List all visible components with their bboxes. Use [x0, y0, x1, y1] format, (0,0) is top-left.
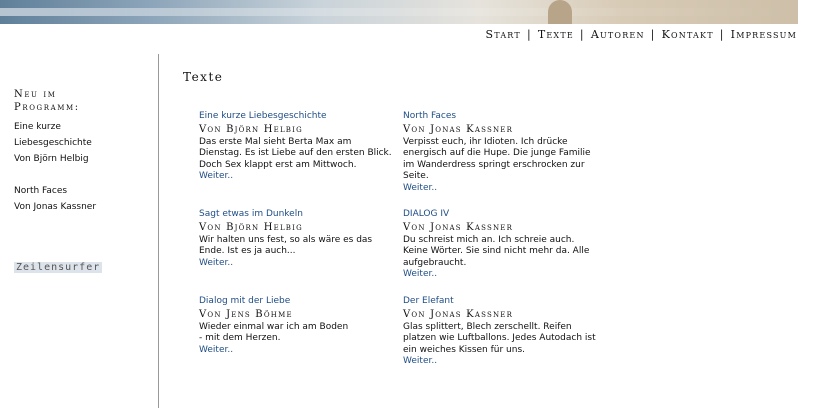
entry-more-link[interactable]: Weiter..: [199, 345, 394, 357]
sidebar-heading-line: Neu im: [14, 89, 57, 100]
page-title: Texte: [183, 70, 224, 84]
sidebar-divider: [158, 54, 159, 408]
nav-separator: |: [579, 27, 585, 41]
entry-title-link[interactable]: North Faces: [403, 111, 598, 123]
nav-separator: |: [650, 27, 656, 41]
entry-teaser: Wieder einmal war ich am Boden: [199, 321, 349, 332]
entry-teaser: Wir halten uns fest, so als wäre es das …: [199, 234, 373, 257]
text-entry: DIALOG IV Von Jonas Kassner Du schreist …: [403, 209, 598, 281]
text-entry: North Faces Von Jonas Kassner Verpisst e…: [403, 111, 598, 194]
sidebar-heading: Neu im Programm:: [14, 88, 144, 114]
nav-impressum-link[interactable]: Impressum: [731, 28, 797, 41]
entry-author: Von Jonas Kassner: [403, 221, 514, 233]
entry-author: Von Björn Helbig: [199, 123, 303, 135]
nav-autoren-link[interactable]: Autoren: [591, 28, 645, 41]
banner-edge: [798, 0, 813, 24]
zeilensurfer-brand[interactable]: Zeilensurfer: [14, 262, 103, 273]
text-entry: Dialog mit der Liebe Von Jens Böhme Wied…: [199, 296, 394, 356]
entry-teaser: Das erste Mal sieht Berta Max am Diensta…: [199, 136, 392, 170]
sidebar-link-north-faces[interactable]: North Faces Von Jonas Kassner: [14, 183, 144, 215]
header-banner-image: [0, 0, 798, 24]
entry-more-link[interactable]: Weiter..: [199, 258, 394, 270]
sidebar-link-text: Von Björn Helbig: [14, 154, 89, 164]
entry-more-link[interactable]: Weiter..: [403, 356, 598, 368]
entry-more-link[interactable]: Weiter..: [199, 171, 394, 183]
entry-teaser: Glas splittert, Blech zerschellt. Reifen…: [403, 321, 596, 355]
nav-separator: |: [719, 27, 725, 41]
sidebar-heading-line: Programm:: [14, 102, 80, 113]
entry-more-link[interactable]: Weiter..: [403, 269, 598, 281]
entry-title-link[interactable]: DIALOG IV: [403, 209, 598, 221]
nav-texte-link[interactable]: Texte: [538, 28, 574, 41]
entry-title-link[interactable]: Dialog mit der Liebe: [199, 296, 394, 308]
entry-title-link[interactable]: Eine kurze Liebesgeschichte: [199, 111, 394, 123]
entry-title-link[interactable]: Sagt etwas im Dunkeln: [199, 209, 394, 221]
sidebar-link-text: Eine kurze: [14, 122, 61, 132]
nav-separator: |: [526, 27, 532, 41]
sidebar-link-text: Von Jonas Kassner: [14, 202, 97, 212]
nav-start-link[interactable]: Start: [486, 28, 521, 41]
text-entry: Der Elefant Von Jonas Kassner Glas split…: [403, 296, 598, 368]
top-nav: Start | Texte | Autoren | Kontakt | Impr…: [486, 27, 798, 41]
text-entry: Sagt etwas im Dunkeln Von Björn Helbig W…: [199, 209, 394, 269]
sidebar-link-text: North Faces: [14, 186, 68, 196]
nav-kontakt-link[interactable]: Kontakt: [662, 28, 714, 41]
entry-author: Von Jonas Kassner: [403, 123, 514, 135]
entry-author: Von Jonas Kassner: [403, 308, 514, 320]
entry-teaser: - mit dem Herzen.: [199, 333, 281, 343]
entry-title-link[interactable]: Der Elefant: [403, 296, 598, 308]
entry-author: Von Björn Helbig: [199, 221, 303, 233]
sidebar-link-liebesgeschichte[interactable]: Eine kurze Liebesgeschichte Von Björn He…: [14, 119, 144, 167]
entry-teaser: Verpisst euch, ihr Idioten. Ich drücke e…: [403, 136, 591, 182]
entry-author: Von Jens Böhme: [199, 308, 293, 320]
sidebar-link-text: Liebesgeschichte: [14, 138, 92, 148]
entry-teaser: Du schreist mich an. Ich schreie auch. K…: [403, 234, 590, 268]
entry-more-link[interactable]: Weiter..: [403, 183, 598, 195]
banner-figure: [548, 0, 572, 24]
text-entry: Eine kurze Liebesgeschichte Von Björn He…: [199, 111, 394, 183]
banner-surf: [0, 8, 798, 16]
